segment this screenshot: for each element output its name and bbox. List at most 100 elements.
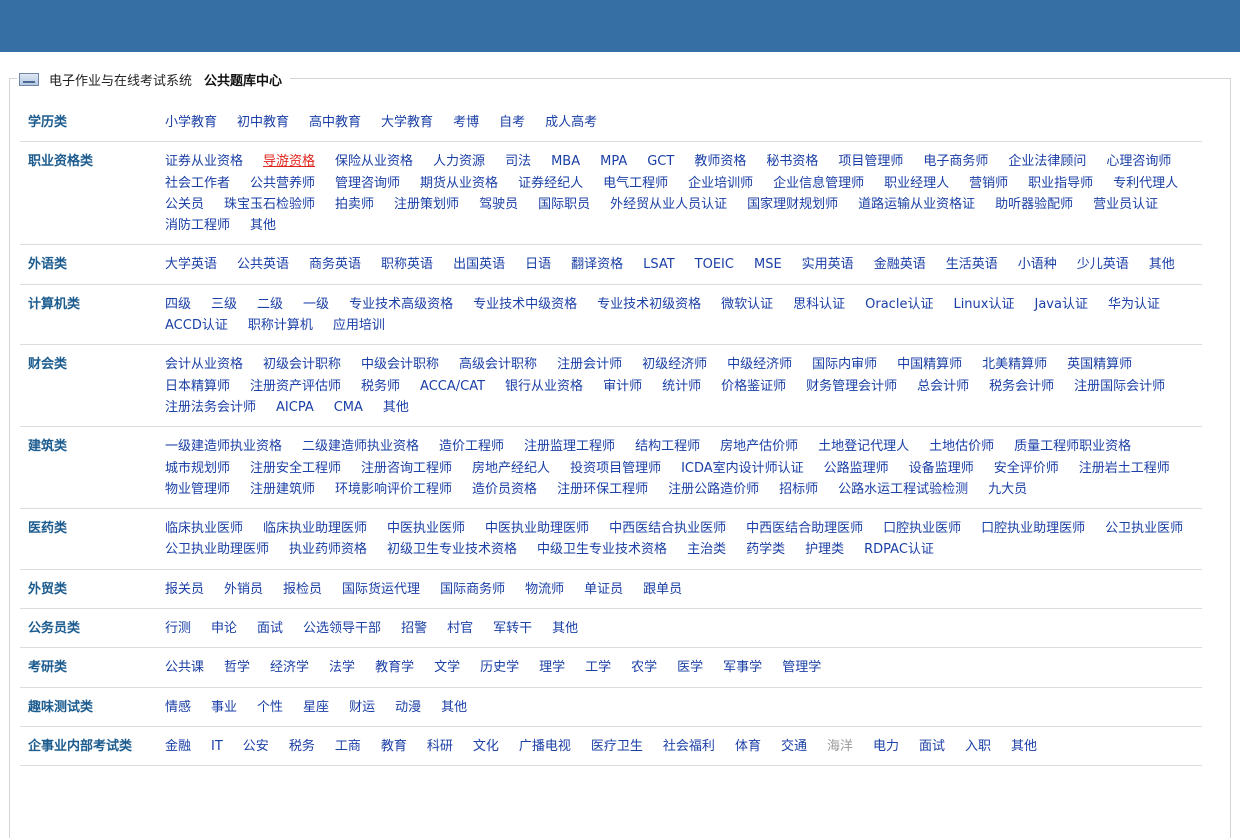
category-link[interactable]: 注册环保工程师	[557, 479, 648, 500]
category-link[interactable]: 国际内审师	[812, 354, 877, 375]
category-link[interactable]: 教师资格	[694, 151, 746, 172]
category-link[interactable]: 价格鉴证师	[721, 376, 786, 397]
category-link[interactable]: 一级建造师执业资格	[165, 436, 282, 457]
category-link[interactable]: GCT	[647, 151, 674, 172]
category-link[interactable]: 公共营养师	[250, 173, 315, 194]
category-link[interactable]: 二级	[257, 294, 283, 315]
category-link[interactable]: 少儿英语	[1077, 254, 1129, 275]
category-link[interactable]: 公路监理师	[824, 458, 889, 479]
category-link[interactable]: 公共英语	[237, 254, 289, 275]
category-link[interactable]: 企业培训师	[688, 173, 753, 194]
category-link[interactable]: 护理类	[805, 539, 844, 560]
category-link[interactable]: 税务师	[361, 376, 400, 397]
category-link[interactable]: 文化	[473, 736, 499, 757]
category-link[interactable]: 工学	[585, 657, 611, 678]
category-link[interactable]: 司法	[505, 151, 531, 172]
category-link[interactable]: 初级卫生专业技术资格	[387, 539, 517, 560]
category-link[interactable]: 营销师	[969, 173, 1008, 194]
category-link[interactable]: 军事学	[723, 657, 762, 678]
category-link[interactable]: 助听器验配师	[995, 194, 1073, 215]
category-link[interactable]: 职称英语	[381, 254, 433, 275]
category-link[interactable]: 金融	[165, 736, 191, 757]
category-link[interactable]: 行测	[165, 618, 191, 639]
category-link[interactable]: 其他	[441, 697, 467, 718]
category-link[interactable]: 营业员认证	[1093, 194, 1158, 215]
category-link[interactable]: 九大员	[988, 479, 1027, 500]
category-link[interactable]: 财务管理会计师	[806, 376, 897, 397]
category-link[interactable]: 导游资格	[263, 151, 315, 172]
category-link[interactable]: ACCA/CAT	[420, 376, 485, 397]
category-link[interactable]: ACCD认证	[165, 315, 228, 336]
category-link[interactable]: 事业	[211, 697, 237, 718]
category-link[interactable]: 职称计算机	[248, 315, 313, 336]
category-link[interactable]: 面试	[919, 736, 945, 757]
category-link[interactable]: 土地估价师	[929, 436, 994, 457]
category-link[interactable]: 口腔执业医师	[883, 518, 961, 539]
category-link[interactable]: 其他	[1011, 736, 1037, 757]
category-link[interactable]: 注册策划师	[394, 194, 459, 215]
category-link[interactable]: 应用培训	[333, 315, 385, 336]
category-link[interactable]: 珠宝玉石检验师	[224, 194, 315, 215]
category-link[interactable]: 社会工作者	[165, 173, 230, 194]
category-link[interactable]: 拍卖师	[335, 194, 374, 215]
category-link[interactable]: 大学教育	[381, 112, 433, 133]
category-link[interactable]: MPA	[600, 151, 627, 172]
category-link[interactable]: 日语	[525, 254, 551, 275]
category-link[interactable]: 跟单员	[643, 579, 682, 600]
category-link[interactable]: 单证员	[584, 579, 623, 600]
category-link[interactable]: 思科认证	[793, 294, 845, 315]
category-link[interactable]: 房地产经纪人	[472, 458, 550, 479]
category-link[interactable]: 情感	[165, 697, 191, 718]
category-link[interactable]: 造价员资格	[472, 479, 537, 500]
category-link[interactable]: 其他	[552, 618, 578, 639]
category-link[interactable]: 消防工程师	[165, 215, 230, 236]
category-link[interactable]: 金融英语	[874, 254, 926, 275]
category-link[interactable]: 银行从业资格	[505, 376, 583, 397]
category-link[interactable]: 注册公路造价师	[668, 479, 759, 500]
category-link[interactable]: Linux认证	[953, 294, 1014, 315]
category-link[interactable]: 企业信息管理师	[773, 173, 864, 194]
category-link[interactable]: 公共课	[165, 657, 204, 678]
category-link[interactable]: 公选领导干部	[303, 618, 381, 639]
category-link[interactable]: 外销员	[224, 579, 263, 600]
category-link[interactable]: 考博	[453, 112, 479, 133]
category-link[interactable]: 职业指导师	[1028, 173, 1093, 194]
category-link[interactable]: 外经贸从业人员认证	[610, 194, 727, 215]
category-link[interactable]: 中国精算师	[897, 354, 962, 375]
category-link[interactable]: 经济学	[270, 657, 309, 678]
category-link[interactable]: 交通	[781, 736, 807, 757]
category-link[interactable]: CMA	[334, 397, 363, 418]
category-link[interactable]: 注册咨询工程师	[361, 458, 452, 479]
category-link[interactable]: 注册资产评估师	[250, 376, 341, 397]
category-link[interactable]: 国际货运代理	[342, 579, 420, 600]
category-link[interactable]: 税务会计师	[989, 376, 1054, 397]
category-link[interactable]: 总会计师	[917, 376, 969, 397]
category-link[interactable]: 星座	[303, 697, 329, 718]
category-link[interactable]: 注册监理工程师	[524, 436, 615, 457]
category-link[interactable]: 教育	[381, 736, 407, 757]
category-link[interactable]: 证券从业资格	[165, 151, 243, 172]
category-link[interactable]: 自考	[499, 112, 525, 133]
category-link[interactable]: 初级会计职称	[263, 354, 341, 375]
category-link[interactable]: AICPA	[276, 397, 314, 418]
category-link[interactable]: 职业经理人	[884, 173, 949, 194]
category-link[interactable]: 中级卫生专业技术资格	[537, 539, 667, 560]
category-link[interactable]: 会计从业资格	[165, 354, 243, 375]
category-link[interactable]: 专利代理人	[1113, 173, 1178, 194]
category-link[interactable]: 动漫	[395, 697, 421, 718]
category-link[interactable]: 管理学	[782, 657, 821, 678]
category-link[interactable]: 哲学	[224, 657, 250, 678]
category-link[interactable]: RDPAC认证	[864, 539, 934, 560]
category-link[interactable]: 高中教育	[309, 112, 361, 133]
category-link[interactable]: Java认证	[1034, 294, 1087, 315]
category-link[interactable]: 日本精算师	[165, 376, 230, 397]
category-link[interactable]: 初级经济师	[642, 354, 707, 375]
category-link[interactable]: 公关员	[165, 194, 204, 215]
category-link[interactable]: 执业药师资格	[289, 539, 367, 560]
category-link[interactable]: 专业技术高级资格	[349, 294, 453, 315]
category-link[interactable]: 投资项目管理师	[570, 458, 661, 479]
category-link[interactable]: 文学	[434, 657, 460, 678]
category-link[interactable]: 结构工程师	[635, 436, 700, 457]
category-link[interactable]: 公卫执业医师	[1105, 518, 1183, 539]
category-link[interactable]: 医疗卫生	[591, 736, 643, 757]
